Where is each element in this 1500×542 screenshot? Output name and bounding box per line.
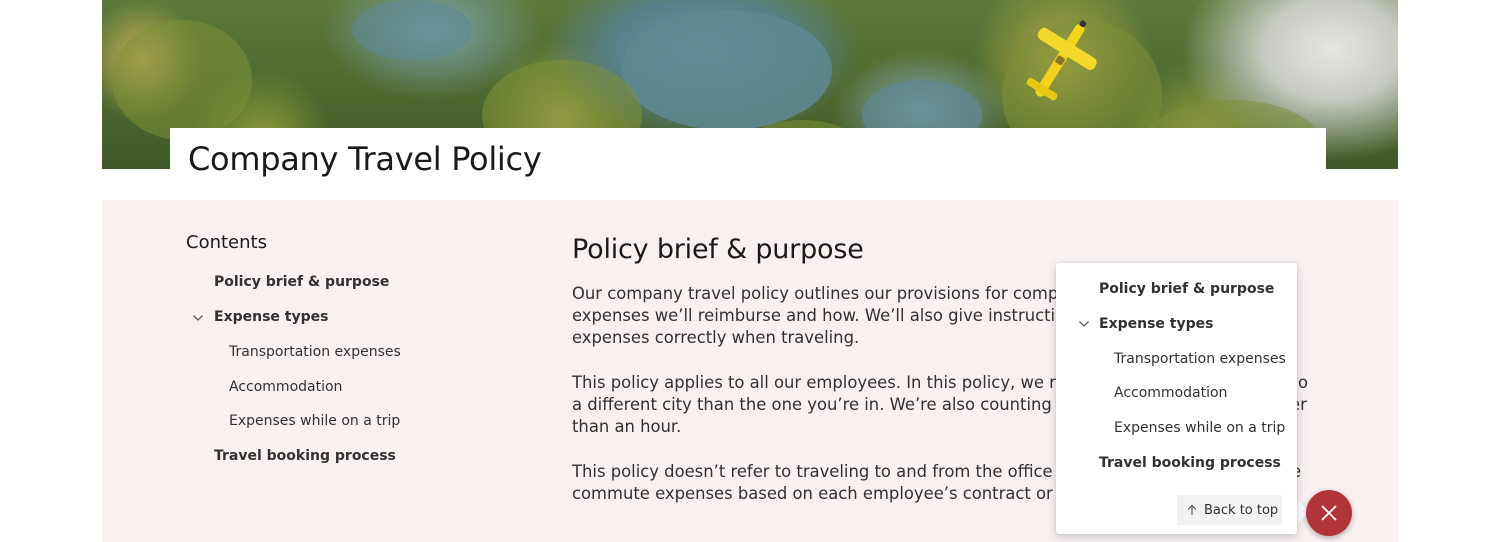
popup-item-expenses-while-on-trip[interactable]: Expenses while on a trip: [1114, 420, 1285, 436]
close-icon: [1321, 505, 1337, 521]
arrow-up-icon: [1187, 504, 1197, 515]
airplane-illustration: [1026, 20, 1097, 101]
popup-item-accommodation[interactable]: Accommodation: [1114, 385, 1227, 401]
table-of-contents: Contents Policy brief & purpose Expense …: [186, 232, 526, 464]
back-to-top-button[interactable]: Back to top: [1177, 495, 1282, 525]
page-title-area: Company Travel Policy: [170, 128, 1326, 200]
toc-item-travel-booking-process[interactable]: Travel booking process: [214, 448, 396, 464]
toc-item-accommodation[interactable]: Accommodation: [229, 379, 342, 395]
popup-item-policy-brief[interactable]: Policy brief & purpose: [1099, 281, 1274, 297]
chevron-down-icon[interactable]: [192, 312, 204, 324]
article: Policy brief & purpose Our company trave…: [572, 234, 1322, 503]
toc-popup: Policy brief & purpose Expense types Tra…: [1056, 263, 1297, 534]
popup-item-expense-types[interactable]: Expense types: [1099, 316, 1213, 332]
popup-item-transportation-expenses[interactable]: Transportation expenses: [1114, 351, 1286, 367]
chevron-down-icon[interactable]: [1078, 318, 1090, 330]
toc-item-expenses-while-on-trip[interactable]: Expenses while on a trip: [229, 413, 400, 429]
back-to-top-label: Back to top: [1204, 502, 1279, 518]
toc-heading: Contents: [186, 232, 267, 253]
toc-item-expense-types[interactable]: Expense types: [214, 309, 328, 325]
popup-item-travel-booking-process[interactable]: Travel booking process: [1099, 455, 1281, 471]
section-heading: Policy brief & purpose: [572, 234, 864, 265]
close-toc-button[interactable]: [1306, 490, 1352, 536]
toc-item-transportation-expenses[interactable]: Transportation expenses: [229, 344, 401, 360]
paragraph-fragment: o: [1298, 373, 1309, 392]
toc-item-policy-brief[interactable]: Policy brief & purpose: [214, 274, 389, 290]
page-title: Company Travel Policy: [188, 140, 542, 178]
